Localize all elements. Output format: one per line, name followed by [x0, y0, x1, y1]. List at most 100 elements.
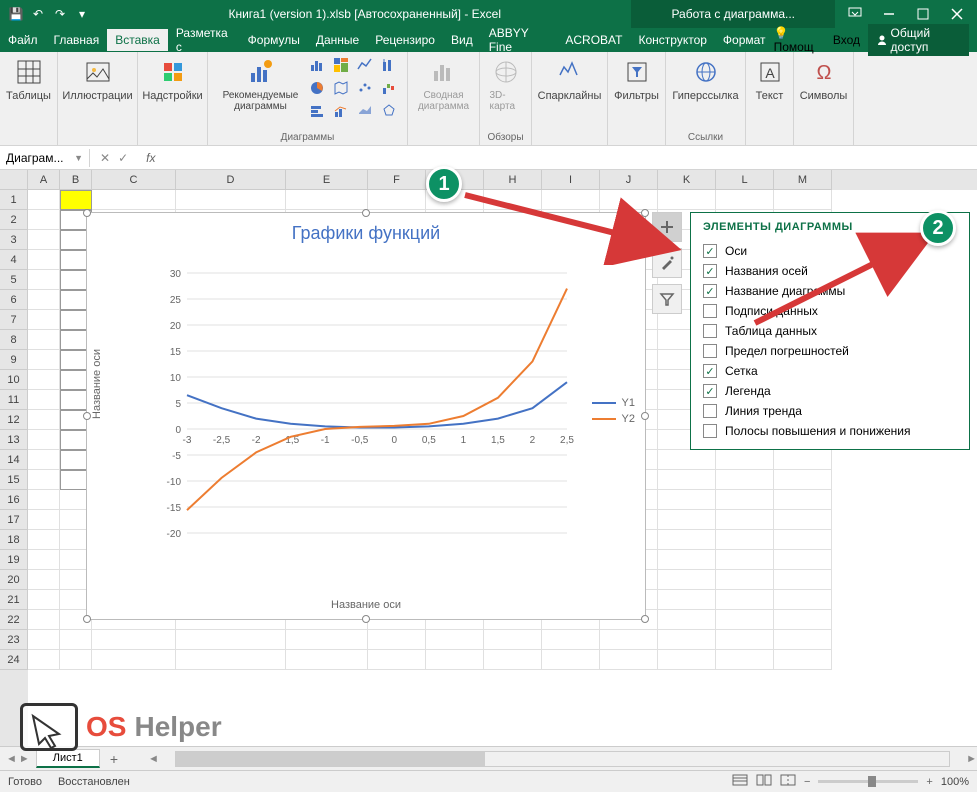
checkbox[interactable]: [703, 304, 717, 318]
bar-chart-icon[interactable]: [306, 54, 328, 76]
addins-button[interactable]: Надстройки: [138, 54, 206, 104]
chevron-down-icon[interactable]: ▼: [74, 153, 83, 163]
radar-chart-icon[interactable]: [378, 100, 400, 122]
row-header[interactable]: 16: [0, 490, 28, 510]
tab-next-icon[interactable]: ►: [19, 753, 30, 765]
checkbox[interactable]: [703, 404, 717, 418]
row-header[interactable]: 3: [0, 230, 28, 250]
menu-tab-конструктор[interactable]: Конструктор: [631, 29, 715, 51]
add-sheet-button[interactable]: +: [100, 751, 128, 767]
checkbox[interactable]: ✓: [703, 384, 717, 398]
menu-tab-данные[interactable]: Данные: [308, 29, 367, 51]
row-header[interactable]: 6: [0, 290, 28, 310]
name-box[interactable]: Диаграм... ▼: [0, 149, 90, 167]
row-header[interactable]: 21: [0, 590, 28, 610]
tables-button[interactable]: Таблицы: [2, 54, 55, 104]
row-header[interactable]: 1: [0, 190, 28, 210]
chart-handle-e[interactable]: [641, 412, 649, 420]
save-icon[interactable]: 💾: [8, 6, 24, 22]
undo-icon[interactable]: ↶: [30, 6, 46, 22]
hbar-chart-icon[interactable]: [306, 100, 328, 122]
legend-item[interactable]: Y1: [592, 397, 635, 409]
chart-handle-sw[interactable]: [83, 615, 91, 623]
accept-formula-icon[interactable]: ✓: [118, 151, 128, 165]
line-chart-icon[interactable]: [354, 54, 376, 76]
row-header[interactable]: 14: [0, 450, 28, 470]
row-header[interactable]: 8: [0, 330, 28, 350]
chart-handle-s[interactable]: [362, 615, 370, 623]
x-axis-title[interactable]: Название оси: [87, 599, 645, 611]
chart-handle-w[interactable]: [83, 412, 91, 420]
text-button[interactable]: A Текст: [750, 54, 790, 104]
login-button[interactable]: Вход: [833, 33, 860, 47]
hscroll-left-icon[interactable]: ◄: [148, 753, 159, 765]
col-header[interactable]: L: [716, 170, 774, 190]
row-header[interactable]: 9: [0, 350, 28, 370]
map-chart-icon[interactable]: [330, 77, 352, 99]
menu-tab-формулы[interactable]: Формулы: [240, 29, 308, 51]
menu-tab-главная[interactable]: Главная: [46, 29, 108, 51]
zoom-thumb[interactable]: [868, 776, 876, 787]
chart-element-option[interactable]: Полосы повышения и понижения: [703, 421, 957, 441]
combo-chart-icon[interactable]: [330, 100, 352, 122]
chart-handle-n[interactable]: [362, 209, 370, 217]
row-header[interactable]: 5: [0, 270, 28, 290]
help-icon[interactable]: 💡 Помощ: [774, 26, 825, 54]
recommended-charts-button[interactable]: Рекомендуемые диаграммы: [216, 54, 306, 114]
cancel-formula-icon[interactable]: ✕: [100, 151, 110, 165]
col-header[interactable]: M: [774, 170, 832, 190]
y-axis-title[interactable]: Название оси: [91, 349, 103, 419]
row-header[interactable]: 19: [0, 550, 28, 570]
checkbox[interactable]: [703, 424, 717, 438]
sparklines-button[interactable]: Спарклайны: [534, 54, 606, 104]
chart-element-option[interactable]: ✓Сетка: [703, 361, 957, 381]
zoom-value[interactable]: 100%: [941, 776, 969, 788]
col-header[interactable]: C: [92, 170, 176, 190]
row-header[interactable]: 7: [0, 310, 28, 330]
col-header[interactable]: D: [176, 170, 286, 190]
checkbox[interactable]: ✓: [703, 244, 717, 258]
pie-chart-icon[interactable]: [306, 77, 328, 99]
zoom-out-icon[interactable]: −: [804, 776, 810, 788]
menu-tab-acrobat[interactable]: ACROBAT: [557, 29, 630, 51]
row-header[interactable]: 17: [0, 510, 28, 530]
menu-tab-файл[interactable]: Файл: [0, 29, 46, 51]
row-header[interactable]: 24: [0, 650, 28, 670]
select-all-corner[interactable]: [0, 170, 28, 190]
illustrations-button[interactable]: Иллюстрации: [58, 54, 136, 104]
row-header[interactable]: 10: [0, 370, 28, 390]
chart-legend[interactable]: Y1Y2: [592, 393, 635, 429]
symbols-button[interactable]: Ω Символы: [796, 54, 852, 104]
view-layout-icon[interactable]: [756, 774, 772, 789]
data-cell[interactable]: [60, 190, 92, 210]
tab-prev-icon[interactable]: ◄: [6, 753, 17, 765]
chart-element-option[interactable]: ✓Легенда: [703, 381, 957, 401]
surface-chart-icon[interactable]: [354, 100, 376, 122]
chart-handle-se[interactable]: [641, 615, 649, 623]
3d-map-button[interactable]: 3D-карта: [486, 54, 526, 114]
col-header[interactable]: F: [368, 170, 426, 190]
checkbox[interactable]: ✓: [703, 364, 717, 378]
view-normal-icon[interactable]: [732, 774, 748, 789]
pivot-chart-button[interactable]: Сводная диаграмма: [414, 54, 473, 114]
chart-element-option[interactable]: Предел погрешностей: [703, 341, 957, 361]
row-header[interactable]: 13: [0, 430, 28, 450]
redo-icon[interactable]: ↷: [52, 6, 68, 22]
checkbox[interactable]: ✓: [703, 264, 717, 278]
hierarchy-chart-icon[interactable]: [330, 54, 352, 76]
col-header[interactable]: B: [60, 170, 92, 190]
row-header[interactable]: 20: [0, 570, 28, 590]
stats-chart-icon[interactable]: [378, 54, 400, 76]
hscroll-thumb[interactable]: [176, 752, 485, 766]
chart-handle-nw[interactable]: [83, 209, 91, 217]
row-header[interactable]: 23: [0, 630, 28, 650]
zoom-slider[interactable]: [818, 780, 918, 783]
waterfall-chart-icon[interactable]: [378, 77, 400, 99]
menu-tab-рецензиро[interactable]: Рецензиро: [367, 29, 443, 51]
menu-tab-формат[interactable]: Формат: [715, 29, 774, 51]
row-header[interactable]: 12: [0, 410, 28, 430]
row-header[interactable]: 18: [0, 530, 28, 550]
chart-plot-area[interactable]: -20-15-10-5051015202530-3-2,5-2-1,5-1-0,…: [147, 263, 577, 573]
view-pagebreak-icon[interactable]: [780, 774, 796, 789]
checkbox[interactable]: [703, 324, 717, 338]
